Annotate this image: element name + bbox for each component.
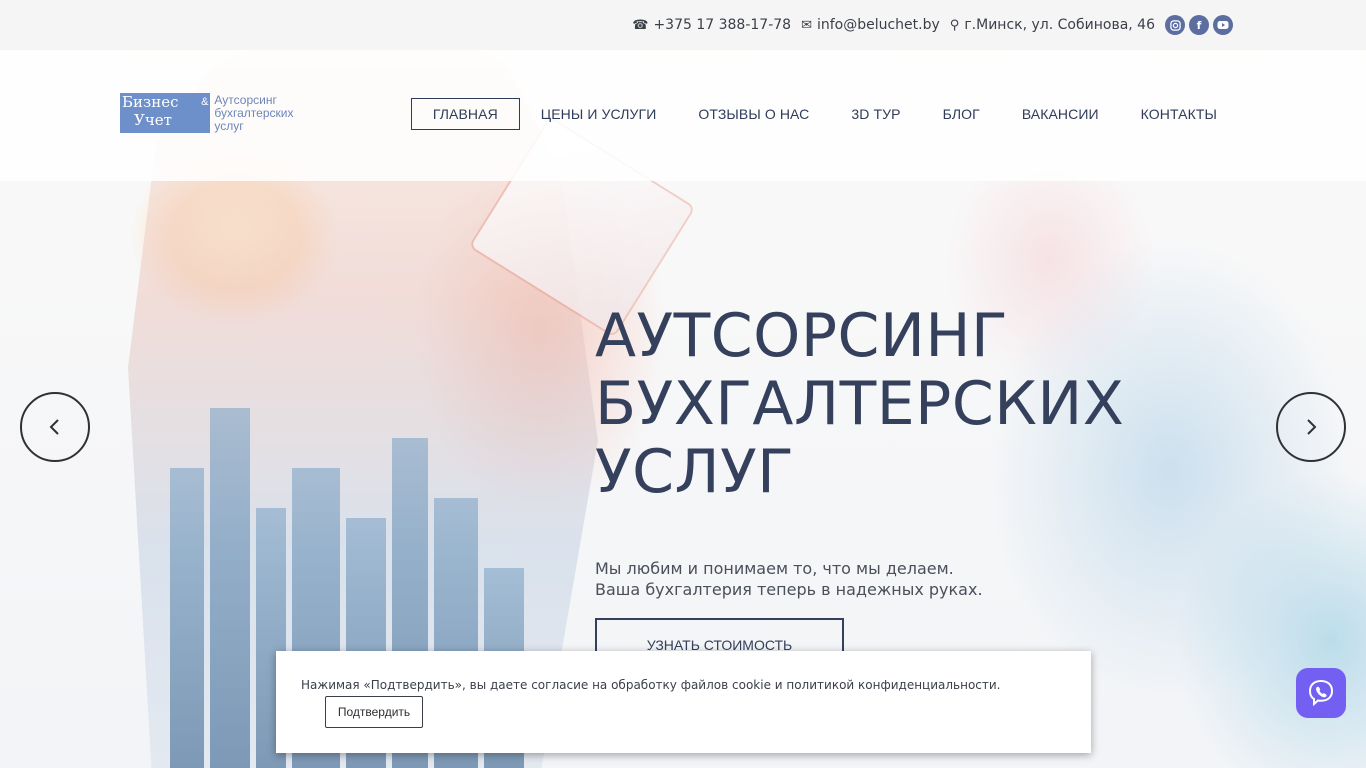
phone-text: +375 17 388-17-78 xyxy=(653,17,792,33)
hero-title-line: УСЛУГ xyxy=(595,437,795,507)
site-header: Бизнес & Учет Аутсорсинг бухгалтерских у… xyxy=(0,50,1366,181)
contact-info: ☎ +375 17 388-17-78 ✉ info@beluchet.by ⚲… xyxy=(632,0,1233,50)
hero-title-line: АУТСОРСИНГ xyxy=(595,301,1009,371)
address-text: г.Минск, ул. Собинова, 46 xyxy=(964,17,1155,33)
viber-chat-button[interactable] xyxy=(1296,668,1346,718)
cookie-banner: Нажимая «Подтвердить», вы даете согласие… xyxy=(276,651,1091,753)
hero-title-line: БУХГАЛТЕРСКИХ xyxy=(595,369,1125,439)
hero-subtitle: Мы любим и понимаем то, что мы делаем. В… xyxy=(595,558,983,600)
logo-line1: Бизнес xyxy=(122,93,179,111)
phone-icon: ☎ xyxy=(632,17,649,33)
logo-mark: Бизнес & Учет xyxy=(120,93,211,133)
hero-subtitle-line: Мы любим и понимаем то, что мы делаем. xyxy=(595,559,954,578)
logo[interactable]: Бизнес & Учет Аутсорсинг бухгалтерских у… xyxy=(120,91,295,135)
cookie-confirm-button[interactable]: Подтвердить xyxy=(325,696,423,728)
slider-prev-button[interactable] xyxy=(20,392,90,462)
facebook-icon[interactable]: f xyxy=(1189,15,1209,35)
email-link[interactable]: ✉ info@beluchet.by xyxy=(801,17,940,33)
viber-icon xyxy=(1308,679,1334,707)
chevron-left-icon xyxy=(49,419,59,435)
logo-tagline: Аутсорсинг бухгалтерских услуг xyxy=(214,92,294,133)
logo-ampersand: & xyxy=(201,96,209,108)
nav-item-contacts[interactable]: КОНТАКТЫ xyxy=(1120,98,1238,130)
nav-item-vacancies[interactable]: ВАКАНСИИ xyxy=(1001,98,1120,130)
chevron-right-icon xyxy=(1307,419,1317,435)
nav-item-home[interactable]: ГЛАВНАЯ xyxy=(410,98,520,130)
instagram-icon[interactable] xyxy=(1165,15,1185,35)
main-nav: ГЛАВНАЯ ЦЕНЫ И УСЛУГИ ОТЗЫВЫ О НАС 3D ТУ… xyxy=(410,98,1238,130)
slider-next-button[interactable] xyxy=(1276,392,1346,462)
phone-link[interactable]: ☎ +375 17 388-17-78 xyxy=(632,17,791,33)
logo-line2: Учет xyxy=(134,111,172,129)
email-text: info@beluchet.by xyxy=(816,17,940,33)
top-contact-bar: ☎ +375 17 388-17-78 ✉ info@beluchet.by ⚲… xyxy=(0,0,1366,50)
map-marker-icon: ⚲ xyxy=(949,17,960,33)
nav-item-reviews[interactable]: ОТЗЫВЫ О НАС xyxy=(677,98,830,130)
cookie-text: Нажимая «Подтвердить», вы даете согласие… xyxy=(301,678,1001,692)
social-links: f xyxy=(1165,15,1233,35)
envelope-icon: ✉ xyxy=(801,17,812,33)
nav-item-blog[interactable]: БЛОГ xyxy=(922,98,1001,130)
hero-subtitle-line: Ваша бухгалтерия теперь в надежных руках… xyxy=(595,580,983,599)
youtube-icon[interactable] xyxy=(1213,15,1233,35)
address-link[interactable]: ⚲ г.Минск, ул. Собинова, 46 xyxy=(950,17,1155,33)
nav-item-3d-tour[interactable]: 3D ТУР xyxy=(830,98,921,130)
hero-title: АУТСОРСИНГ БУХГАЛТЕРСКИХ УСЛУГ xyxy=(595,302,1155,506)
nav-item-prices[interactable]: ЦЕНЫ И УСЛУГИ xyxy=(520,98,678,130)
